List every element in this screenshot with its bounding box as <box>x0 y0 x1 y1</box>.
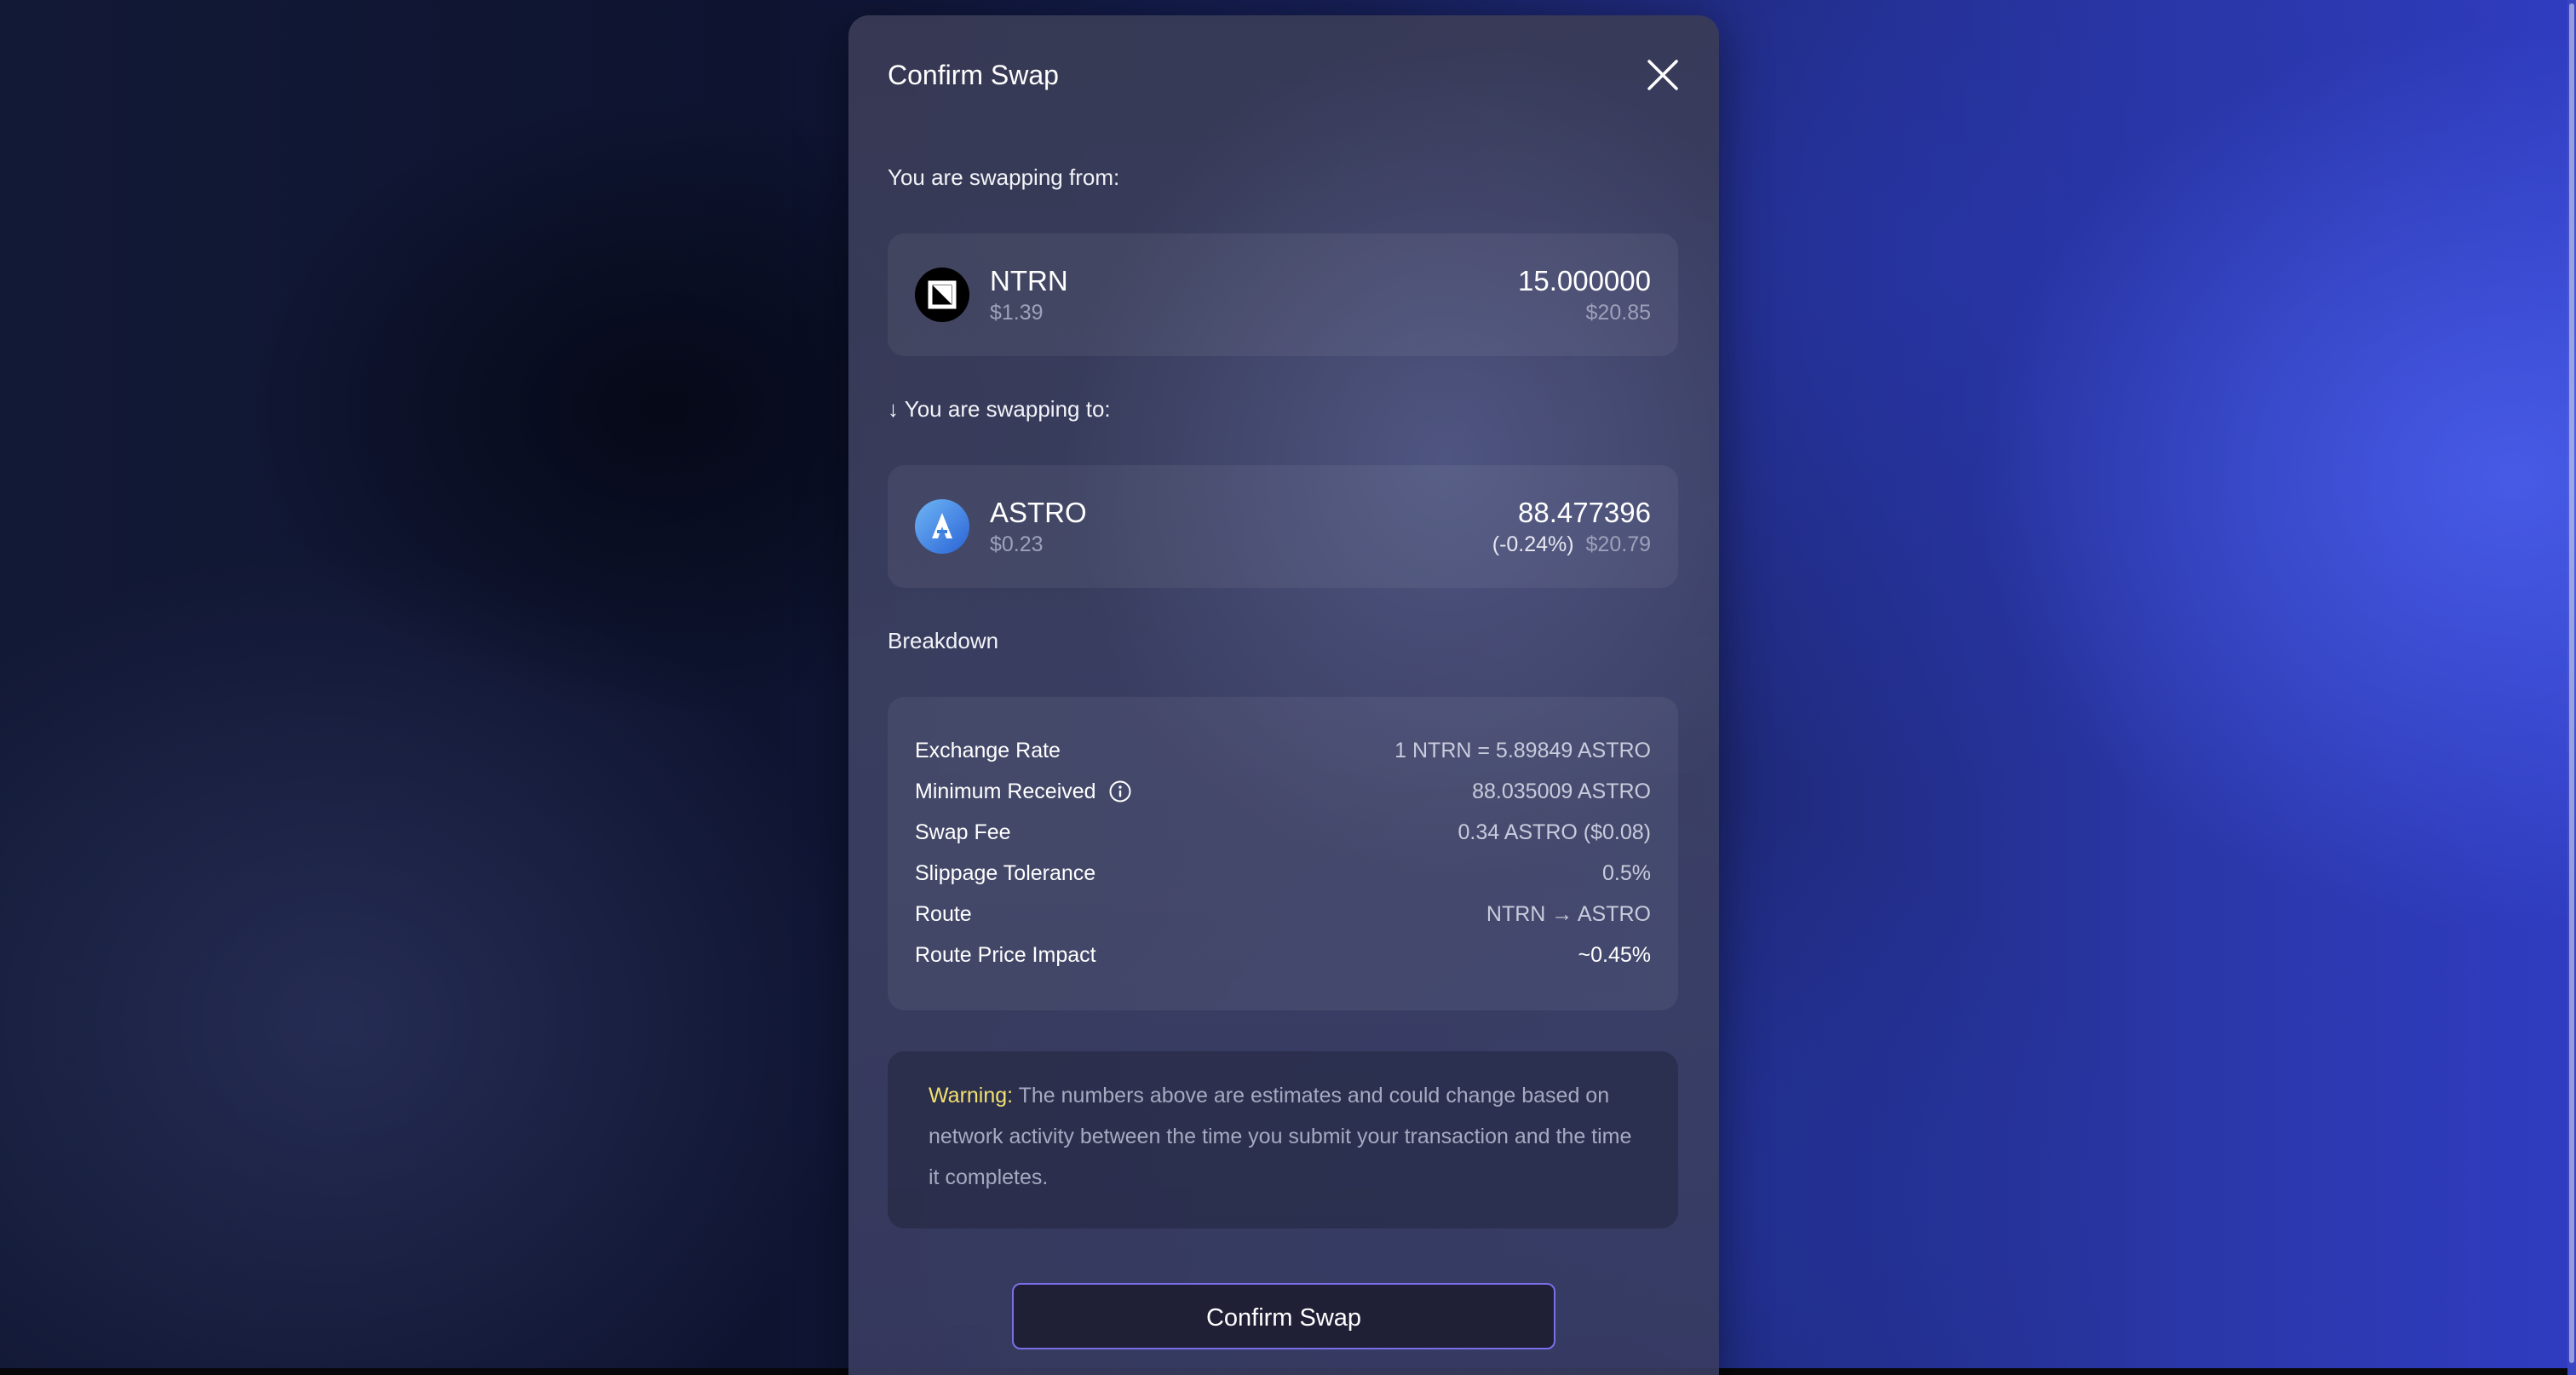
ntrn-logo-icon <box>915 268 969 322</box>
breakdown-row-value: 0.5% <box>1602 861 1651 885</box>
breakdown-row: Route Price Impact ~0.45% <box>915 941 1651 969</box>
breakdown-row: Slippage Tolerance 0.5% <box>915 859 1651 888</box>
breakdown-row-value: 1 NTRN = 5.89849 ASTRO <box>1394 739 1651 762</box>
to-token-price-change: (-0.24%) <box>1492 532 1574 556</box>
warning-text-block: Warning: The numbers above are estimates… <box>929 1075 1637 1198</box>
swap-from-label: You are swapping from: <box>888 164 1120 190</box>
breakdown-row-label: Minimum Received <box>915 780 1096 803</box>
warning-label: Warning: <box>929 1084 1014 1107</box>
astro-logo-icon <box>915 499 969 554</box>
to-token-symbol: ASTRO <box>990 497 1087 528</box>
from-token-value: $20.85 <box>1585 301 1651 325</box>
to-token-card: ASTRO $0.23 88.477396 (-0.24%) $20.79 <box>888 465 1678 588</box>
modal-title: Confirm Swap <box>888 60 1059 90</box>
to-token-amount: 88.477396 <box>1518 497 1651 528</box>
breakdown-row: Exchange Rate 1 NTRN = 5.89849 ASTRO <box>915 736 1651 765</box>
from-token-amount: 15.000000 <box>1518 265 1651 296</box>
breakdown-row: Swap Fee 0.34 ASTRO ($0.08) <box>915 818 1651 847</box>
to-token-value: $20.79 <box>1585 532 1651 556</box>
warning-card: Warning: The numbers above are estimates… <box>888 1051 1678 1228</box>
breakdown-row-label: Slippage Tolerance <box>915 861 1096 885</box>
close-button[interactable] <box>1646 58 1680 92</box>
confirm-swap-button[interactable]: Confirm Swap <box>1012 1283 1555 1349</box>
from-token-symbol: NTRN <box>990 265 1068 296</box>
scrollbar-thumb[interactable] <box>2569 3 2574 1363</box>
swap-to-label: ↓ You are swapping to: <box>888 396 1111 422</box>
breakdown-row-value: 88.035009 ASTRO <box>1472 780 1651 803</box>
breakdown-row-label: Route <box>915 902 972 926</box>
breakdown-title: Breakdown <box>888 628 999 653</box>
from-token-price: $1.39 <box>990 301 1044 325</box>
close-icon <box>1647 60 1678 90</box>
breakdown-row: Route NTRN → ASTRO <box>915 900 1651 929</box>
breakdown-row-label-wrap: Minimum Received <box>915 777 1132 806</box>
modal-header: Confirm Swap <box>888 58 1680 92</box>
breakdown-row-value: ~0.45% <box>1578 943 1652 967</box>
breakdown-row-value: 0.34 ASTRO ($0.08) <box>1458 820 1651 844</box>
confirm-swap-modal: Confirm Swap You are swapping from: NTRN… <box>848 15 1719 1375</box>
breakdown-card: Exchange Rate 1 NTRN = 5.89849 ASTRO Min… <box>888 697 1678 1010</box>
to-token-price: $0.23 <box>990 532 1044 556</box>
info-icon[interactable] <box>1108 780 1132 803</box>
to-token-value-row: (-0.24%) $20.79 <box>1492 532 1651 557</box>
breakdown-row-label: Route Price Impact <box>915 943 1096 967</box>
breakdown-row: Minimum Received 88.035009 ASTRO <box>915 777 1651 806</box>
from-token-value-row: $20.85 <box>1586 300 1651 325</box>
breakdown-row-label: Exchange Rate <box>915 739 1061 762</box>
from-token-card: NTRN $1.39 15.000000 $20.85 <box>888 233 1678 356</box>
breakdown-row-label: Swap Fee <box>915 820 1011 844</box>
warning-message: The numbers above are estimates and coul… <box>929 1084 1632 1189</box>
breakdown-row-value: NTRN → ASTRO <box>1486 902 1651 926</box>
scrollbar[interactable] <box>2567 0 2576 1375</box>
